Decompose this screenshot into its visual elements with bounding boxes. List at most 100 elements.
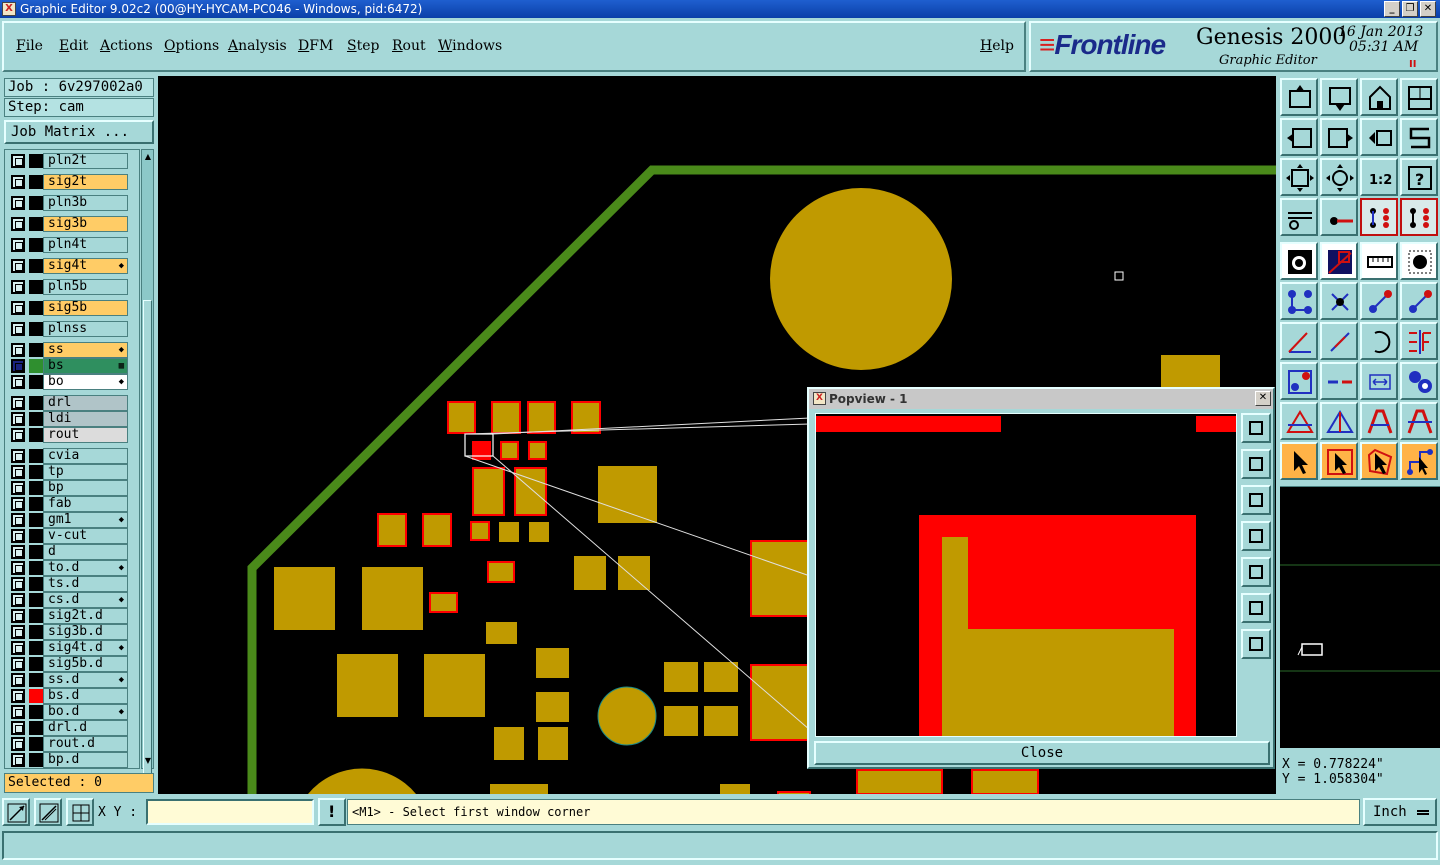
layer-color-swatch[interactable] <box>29 428 43 442</box>
layer-color-swatch[interactable] <box>29 513 43 527</box>
layer-name[interactable]: bs.d <box>43 688 128 704</box>
layer-checkbox[interactable] <box>11 737 25 751</box>
scroll-thumb[interactable] <box>143 300 152 780</box>
layer-row[interactable]: tp <box>7 464 139 480</box>
layer-name[interactable]: pln3b <box>43 195 128 211</box>
layer-checkbox[interactable] <box>11 412 25 426</box>
window-title-bar[interactable]: X Graphic Editor 9.02c2 (00@HY-HYCAM-PC0… <box>0 0 1440 18</box>
layer-checkbox[interactable] <box>11 641 25 655</box>
layer-color-swatch[interactable] <box>29 561 43 575</box>
unit-selector[interactable]: Inch <box>1363 798 1437 826</box>
popview-tool-options[interactable] <box>1241 413 1271 443</box>
tool-pan-up[interactable] <box>1280 78 1318 116</box>
layer-name[interactable]: bp.d <box>43 752 128 768</box>
tool-scale-1to2[interactable]: 1:2 <box>1360 158 1398 196</box>
popview-tool-left[interactable] <box>1241 521 1271 551</box>
layer-color-swatch[interactable] <box>29 673 43 687</box>
layer-row[interactable]: drl.d <box>7 720 139 736</box>
menu-actions[interactable]: Actions <box>100 38 153 54</box>
layer-name[interactable]: tp <box>43 464 128 480</box>
layer-color-swatch[interactable] <box>29 301 43 315</box>
layer-color-swatch[interactable] <box>29 196 43 210</box>
layer-row[interactable]: pln5b <box>7 279 139 295</box>
layer-row[interactable]: ldi <box>7 411 139 427</box>
layer-checkbox[interactable] <box>11 259 25 273</box>
menu-options[interactable]: Options <box>164 38 219 54</box>
layer-color-swatch[interactable] <box>29 259 43 273</box>
layer-row[interactable]: bo ◆ <box>7 374 139 390</box>
layer-color-swatch[interactable] <box>29 322 43 336</box>
layer-color-swatch[interactable] <box>29 359 43 373</box>
layer-name[interactable]: drl <box>43 395 128 411</box>
tool-ruler[interactable] <box>1360 242 1398 280</box>
menu-analysis[interactable]: Analysis <box>228 38 287 54</box>
layer-name[interactable]: cvia <box>43 448 128 464</box>
layer-color-swatch[interactable] <box>29 481 43 495</box>
layer-checkbox[interactable] <box>11 301 25 315</box>
layer-row[interactable]: bp <box>7 480 139 496</box>
layer-row[interactable]: sig3b.d <box>7 624 139 640</box>
tool-zoom-fit[interactable] <box>1280 158 1318 196</box>
layer-checkbox[interactable] <box>11 481 25 495</box>
menu-rout[interactable]: Rout <box>392 38 426 54</box>
layer-checkbox[interactable] <box>11 593 25 607</box>
layer-checkbox[interactable] <box>11 513 25 527</box>
layer-checkbox[interactable] <box>11 529 25 543</box>
layer-name[interactable]: to.d ◆ <box>43 560 128 576</box>
menu-help[interactable]: Help <box>980 38 1014 54</box>
layer-color-swatch[interactable] <box>29 343 43 357</box>
layer-color-swatch[interactable] <box>29 721 43 735</box>
layer-color-swatch[interactable] <box>29 465 43 479</box>
layer-checkbox[interactable] <box>11 428 25 442</box>
layer-color-swatch[interactable] <box>29 154 43 168</box>
layer-checkbox[interactable] <box>11 196 25 210</box>
popview-tool-zoom-out[interactable] <box>1241 593 1271 623</box>
layer-name[interactable]: pln4t <box>43 237 128 253</box>
menu-file[interactable]: File <box>16 38 43 54</box>
popview-window[interactable]: X Popview - 1 ✕ Close <box>807 387 1275 769</box>
layer-name[interactable]: sig5b <box>43 300 128 316</box>
popview-tool-zoom-in[interactable] <box>1241 629 1271 659</box>
layer-name[interactable]: cs.d ◆ <box>43 592 128 608</box>
tool-copy[interactable] <box>1400 282 1438 320</box>
tool-query[interactable]: ? <box>1400 158 1438 196</box>
popview-close-button[interactable]: Close <box>814 741 1270 765</box>
popview-tool-right[interactable] <box>1241 557 1271 587</box>
xy-input[interactable] <box>146 799 314 825</box>
layer-checkbox[interactable] <box>11 322 25 336</box>
popview-canvas[interactable] <box>815 413 1237 737</box>
tool-measure[interactable] <box>1320 198 1358 236</box>
tool-arch-cross[interactable] <box>1400 402 1438 440</box>
layer-checkbox[interactable] <box>11 154 25 168</box>
layer-checkbox[interactable] <box>11 359 25 373</box>
layer-name[interactable]: ts.d <box>43 576 128 592</box>
tool-net-compare[interactable] <box>1400 198 1438 236</box>
tool-graphic-control[interactable] <box>1280 198 1318 236</box>
layer-checkbox[interactable] <box>11 689 25 703</box>
tool-triangle-split[interactable] <box>1320 402 1358 440</box>
tool-delete[interactable] <box>1320 282 1358 320</box>
layer-color-swatch[interactable] <box>29 396 43 410</box>
layer-color-swatch[interactable] <box>29 689 43 703</box>
layer-checkbox[interactable] <box>11 705 25 719</box>
tool-move[interactable] <box>1360 282 1398 320</box>
tool-pad-snap[interactable] <box>1280 362 1318 400</box>
scroll-up-icon[interactable]: ▲ <box>143 152 153 162</box>
layer-color-swatch[interactable] <box>29 175 43 189</box>
pause-indicator[interactable]: II <box>1409 59 1416 70</box>
layer-row[interactable]: ss.d ◆ <box>7 672 139 688</box>
tool-home[interactable] <box>1360 78 1398 116</box>
layer-checkbox[interactable] <box>11 280 25 294</box>
tool-angle[interactable] <box>1280 322 1318 360</box>
popview-tool-up[interactable] <box>1241 449 1271 479</box>
layer-name[interactable]: ss ◆ <box>43 342 128 358</box>
layer-name[interactable]: rout.d <box>43 736 128 752</box>
menu-windows[interactable]: Windows <box>438 38 502 54</box>
layer-name[interactable]: v-cut <box>43 528 128 544</box>
layer-checkbox[interactable] <box>11 175 25 189</box>
layer-color-swatch[interactable] <box>29 545 43 559</box>
layer-color-swatch[interactable] <box>29 412 43 426</box>
tool-select-net[interactable] <box>1400 442 1438 480</box>
maximize-button[interactable]: ❐ <box>1402 1 1418 17</box>
tool-net-analyzer[interactable] <box>1360 198 1398 236</box>
